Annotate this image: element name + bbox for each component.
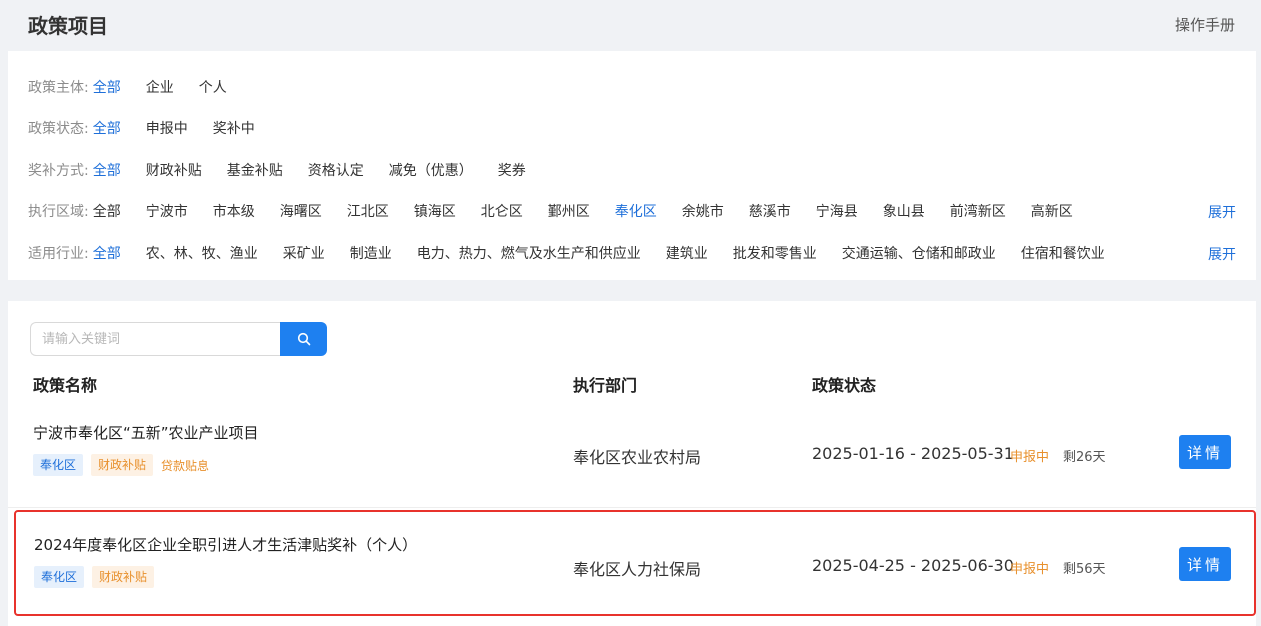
detail-button[interactable]: 详情 [1179, 435, 1231, 469]
filter-option-method-all[interactable]: 全部 [93, 160, 121, 180]
filter-row-region: 执行区域: 全部 宁波市 市本级 海曙区 江北区 镇海区 北仑区 鄞州区 奉化区… [28, 200, 1098, 222]
region-expand-link[interactable]: 展开 [1208, 202, 1236, 222]
filter-option-exemption[interactable]: 减免（优惠） [389, 160, 473, 180]
region-tag: 奉化区 [34, 566, 85, 588]
dept-name: 奉化区人力社保局 [573, 560, 702, 579]
column-header-status: 政策状态 [812, 376, 877, 395]
filter-option-industry-all[interactable]: 全部 [93, 243, 121, 263]
filter-label-subject: 政策主体: [28, 80, 89, 96]
filter-row-industry: 适用行业: 全部 农、林、牧、渔业 采矿业 制造业 电力、热力、燃气及水生产和供… [28, 242, 1130, 264]
policy-name[interactable]: 2024年度奉化区企业全职引进人才生活津贴奖补（个人） [34, 534, 417, 555]
filter-option-ninghai[interactable]: 宁海县 [816, 201, 858, 221]
filter-option-agriculture[interactable]: 农、林、牧、渔业 [146, 243, 258, 263]
filter-option-ningbo[interactable]: 宁波市 [146, 201, 188, 221]
filter-option-subsidizing[interactable]: 奖补中 [213, 118, 255, 138]
status-badge: 申报中 [1010, 450, 1050, 465]
search-box [30, 322, 327, 356]
filter-row-subject: 政策主体: 全部 企业 个人 [28, 76, 252, 98]
filter-panel: 政策主体: 全部 企业 个人 政策状态: 全部 申报中 奖补中 奖补方式: 全部… [8, 51, 1256, 280]
filter-option-mining[interactable]: 采矿业 [283, 243, 325, 263]
column-header-name: 政策名称 [33, 376, 98, 395]
region-tag: 奉化区 [33, 454, 84, 476]
remaining-days: 剩26天 [1063, 450, 1106, 465]
filter-option-enterprise[interactable]: 企业 [146, 77, 174, 97]
filter-option-wholesale-retail[interactable]: 批发和零售业 [733, 243, 817, 263]
policy-period: 2025-04-25 - 2025-06-30 [812, 556, 1014, 575]
page-header: 政策项目 操作手册 [0, 0, 1261, 50]
page-title: 政策项目 [28, 14, 108, 38]
manual-link[interactable]: 操作手册 [1175, 14, 1235, 35]
filter-option-fenghua[interactable]: 奉化区 [615, 201, 657, 221]
policy-list-panel: 政策名称 执行部门 政策状态 宁波市奉化区“五新”农业产业项目 奉化区 财政补贴… [8, 301, 1256, 626]
filter-option-zhenhai[interactable]: 镇海区 [414, 201, 456, 221]
filter-label-industry: 适用行业: [28, 246, 89, 262]
filter-option-yinzhou[interactable]: 鄞州区 [548, 201, 590, 221]
filter-label-method: 奖补方式: [28, 163, 89, 179]
method-tag: 财政补贴 [91, 454, 154, 476]
filter-option-fund-subsidy[interactable]: 基金补贴 [227, 160, 283, 180]
policy-period: 2025-01-16 - 2025-05-31 [812, 444, 1014, 463]
method-tag: 财政补贴 [92, 566, 155, 588]
filter-option-xiangshan[interactable]: 象山县 [883, 201, 925, 221]
policy-name[interactable]: 宁波市奉化区“五新”农业产业项目 [33, 422, 259, 443]
status-badge: 申报中 [1010, 562, 1050, 577]
table-row: 宁波市奉化区“五新”农业产业项目 奉化区 财政补贴 贷款贴息 奉化区农业农村局 … [8, 400, 1256, 506]
filter-option-subject-all[interactable]: 全部 [93, 77, 121, 97]
filter-option-jiangbei[interactable]: 江北区 [347, 201, 389, 221]
filter-option-applying[interactable]: 申报中 [146, 118, 188, 138]
filter-option-hospitality[interactable]: 住宿和餐饮业 [1021, 243, 1105, 263]
industry-expand-link[interactable]: 展开 [1208, 244, 1236, 264]
filter-option-haishu[interactable]: 海曙区 [280, 201, 322, 221]
filter-option-individual[interactable]: 个人 [199, 77, 227, 97]
policy-tags: 奉化区 财政补贴 贷款贴息 [33, 454, 209, 476]
filter-option-beilun[interactable]: 北仑区 [481, 201, 523, 221]
filter-option-status-all[interactable]: 全部 [93, 118, 121, 138]
filter-option-qianwan[interactable]: 前湾新区 [950, 201, 1006, 221]
filter-option-transport[interactable]: 交通运输、仓储和邮政业 [842, 243, 996, 263]
filter-option-voucher[interactable]: 奖券 [498, 160, 526, 180]
filter-option-city-level[interactable]: 市本级 [213, 201, 255, 221]
filter-label-region: 执行区域: [28, 204, 89, 220]
policy-tags: 奉化区 财政补贴 [34, 566, 162, 588]
filter-option-cixi[interactable]: 慈溪市 [749, 201, 791, 221]
detail-button[interactable]: 详情 [1179, 547, 1231, 581]
search-input[interactable] [30, 322, 280, 356]
remaining-days: 剩56天 [1063, 562, 1106, 577]
filter-option-fiscal-subsidy[interactable]: 财政补贴 [146, 160, 202, 180]
row-divider [8, 507, 1256, 508]
filter-option-utilities[interactable]: 电力、热力、燃气及水生产和供应业 [417, 243, 641, 263]
column-header-dept: 执行部门 [573, 376, 638, 395]
filter-option-yuyao[interactable]: 余姚市 [682, 201, 724, 221]
search-icon [297, 332, 310, 346]
filter-option-region-all[interactable]: 全部 [93, 201, 121, 221]
dept-name: 奉化区农业农村局 [573, 448, 702, 467]
table-row: 2024年度奉化区企业全职引进人才生活津贴奖补（个人） 奉化区 财政补贴 奉化区… [14, 510, 1256, 616]
method-tag-plain: 贷款贴息 [161, 458, 210, 473]
search-button[interactable] [280, 322, 327, 356]
filter-label-status: 政策状态: [28, 121, 89, 137]
filter-row-method: 奖补方式: 全部 财政补贴 基金补贴 资格认定 减免（优惠） 奖券 [28, 159, 551, 181]
filter-option-gaoxin[interactable]: 高新区 [1031, 201, 1073, 221]
filter-option-manufacturing[interactable]: 制造业 [350, 243, 392, 263]
filter-option-qualification[interactable]: 资格认定 [308, 160, 364, 180]
filter-option-construction[interactable]: 建筑业 [666, 243, 708, 263]
filter-row-status: 政策状态: 全部 申报中 奖补中 [28, 117, 280, 139]
